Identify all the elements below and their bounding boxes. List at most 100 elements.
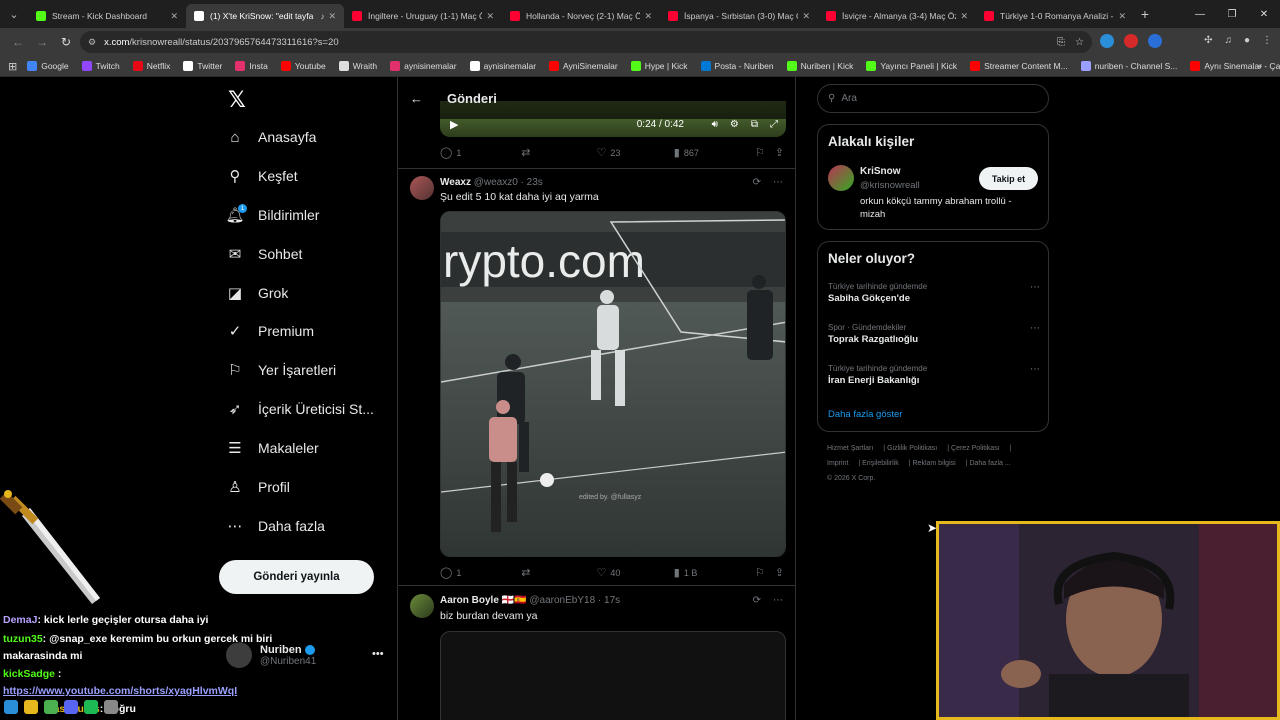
extension-icon[interactable] xyxy=(1124,34,1138,48)
views-button[interactable]: ▮ 1 B xyxy=(674,566,755,579)
avatar[interactable] xyxy=(828,165,854,191)
person-name[interactable]: KriSnow xyxy=(860,166,901,177)
repost-button[interactable]: ⇄ xyxy=(521,146,596,159)
nav-item[interactable]: ♙ Profil xyxy=(226,478,290,496)
star-icon[interactable]: ☆ xyxy=(1075,37,1084,48)
bookmark-item[interactable]: Streamer Content M... xyxy=(970,61,1068,71)
nav-item[interactable]: ➶ İçerik Üreticisi St... xyxy=(226,400,374,418)
like-button[interactable]: ♡ 23 xyxy=(597,146,674,159)
media-control-icon[interactable]: ♫ xyxy=(1224,35,1232,46)
browser-tab[interactable]: Stream - Kick Dashboard ✕ xyxy=(28,4,186,28)
discord-icon[interactable] xyxy=(64,700,78,714)
close-tab-icon[interactable]: ✕ xyxy=(644,11,652,22)
nav-item[interactable]: ⚐ Yer İşaretleri xyxy=(226,361,336,379)
bookmark-item[interactable]: Google xyxy=(27,61,69,71)
browser-tab[interactable]: (1) X'te KriSnow: "edit tayfa ♪ ✕ xyxy=(186,4,344,28)
person-handle[interactable]: @krisnowreall xyxy=(860,180,920,191)
tab-search-icon[interactable]: ⌄ xyxy=(0,0,28,28)
post-more-icon[interactable]: ⋯ xyxy=(773,177,783,188)
like-button[interactable]: ♡ 40 xyxy=(597,566,674,579)
nav-item[interactable]: ✉ Sohbet xyxy=(226,245,303,263)
close-tab-icon[interactable]: ✕ xyxy=(1118,11,1126,22)
footer-link[interactable]: Çerez Politikası xyxy=(951,445,1000,452)
account-more-icon[interactable]: ••• xyxy=(372,648,384,660)
bookmark-item[interactable]: Nuriben | Kick xyxy=(786,61,853,71)
nav-item[interactable]: ⌂ Anasayfa xyxy=(226,128,316,146)
extension-icon[interactable] xyxy=(1100,34,1114,48)
shield-extension-icon[interactable] xyxy=(1148,34,1162,48)
bookmark-item[interactable]: Posta - Nuriben xyxy=(700,61,774,71)
site-info-icon[interactable]: ⚙ xyxy=(88,37,96,48)
post-video[interactable]: rypto.com edited by. @fullasyz xyxy=(440,211,786,557)
chrome-icon[interactable] xyxy=(44,700,58,714)
pip-icon[interactable]: ⧉ xyxy=(751,119,758,130)
nav-item[interactable]: ✓ Premium xyxy=(226,322,314,340)
share-button[interactable]: ⇪ xyxy=(775,146,788,159)
bookmark-item[interactable]: Twitter xyxy=(183,61,222,71)
follow-button[interactable]: Takip et xyxy=(979,167,1038,190)
footer-link[interactable]: Erişilebilirlik xyxy=(862,460,899,467)
author-name[interactable]: Weaxz xyxy=(440,177,471,188)
bookmark-item[interactable]: Netflix xyxy=(132,61,170,71)
windows-start-icon[interactable] xyxy=(4,700,18,714)
browser-tab[interactable]: İspanya - Sırbistan (3-0) Maç Ö ✕ xyxy=(660,4,818,28)
puzzle-icon[interactable]: ✣ xyxy=(1204,35,1212,46)
settings-icon[interactable]: ⚙ xyxy=(730,119,739,130)
obs-icon[interactable] xyxy=(104,700,118,714)
trend-more-icon[interactable]: ⋯ xyxy=(1030,364,1040,375)
audio-icon[interactable]: ♪ xyxy=(320,12,324,21)
show-more-link[interactable]: Daha fazla göster xyxy=(828,409,902,420)
forward-icon[interactable]: → xyxy=(30,35,54,49)
back-icon[interactable]: ← xyxy=(6,35,30,49)
grok-icon[interactable]: ⟳ xyxy=(753,177,761,188)
bookmark-item[interactable]: Insta xyxy=(235,61,268,71)
footer-link[interactable]: Hizmet Şartları xyxy=(827,445,873,452)
close-tab-icon[interactable]: ✕ xyxy=(802,11,810,22)
account-switcher[interactable]: Nuriben @Nuriben41 ••• xyxy=(226,642,384,668)
views-button[interactable]: ▮ 867 xyxy=(674,146,755,159)
close-window-icon[interactable]: ✕ xyxy=(1248,0,1280,28)
reload-icon[interactable]: ↻ xyxy=(54,35,78,49)
bookmark-item[interactable]: Wraith xyxy=(338,61,377,71)
author-name[interactable]: Aaron Boyle 🏴󠁧󠁢󠁥󠁮󠁧󠁿🇪🇸 xyxy=(440,595,527,606)
bookmark-item[interactable]: Aynı Sinemalar - Ça... xyxy=(1190,61,1280,71)
new-tab-button[interactable]: + xyxy=(1134,6,1156,22)
avatar[interactable] xyxy=(410,176,434,200)
minimize-icon[interactable]: — xyxy=(1184,0,1216,28)
browser-tab[interactable]: İngiltere - Uruguay (1-1) Maç Ö ✕ xyxy=(344,4,502,28)
spotify-icon[interactable] xyxy=(84,700,98,714)
bookmark-item[interactable]: aynisinemalar xyxy=(390,61,457,71)
reply-button[interactable]: ◯ 1 xyxy=(440,146,521,159)
trend-item[interactable]: Spor · Gündemdekiler Toprak Razgatlıoğlu ⋯ xyxy=(828,323,1040,345)
play-icon[interactable]: ▶ xyxy=(450,118,458,131)
avatar[interactable] xyxy=(410,594,434,618)
browser-tab[interactable]: Türkiye 1-0 Romanya Analizi - ✕ xyxy=(976,4,1134,28)
bookmark-button[interactable]: ⚐ xyxy=(755,146,775,159)
repost-button[interactable]: ⇄ xyxy=(521,566,596,579)
footer-link[interactable]: Reklam bilgisi xyxy=(913,460,956,467)
back-arrow-icon[interactable]: ← xyxy=(410,91,423,106)
close-tab-icon[interactable]: ✕ xyxy=(328,11,336,22)
close-tab-icon[interactable]: ✕ xyxy=(486,11,494,22)
profile-avatar-icon[interactable]: ● xyxy=(1244,35,1250,46)
browser-tab[interactable]: İsviçre - Almanya (3-4) Maç Öz ✕ xyxy=(818,4,976,28)
bookmark-item[interactable]: nuriben - Channel S... xyxy=(1080,61,1177,71)
restore-icon[interactable]: ❐ xyxy=(1216,0,1248,28)
volume-icon[interactable]: 🔊︎ xyxy=(712,119,718,130)
bookmark-item[interactable]: AyniSinemalar xyxy=(549,61,618,71)
footer-link[interactable]: Gizlilik Politikası xyxy=(887,445,937,452)
bookmark-item[interactable]: Twitch xyxy=(81,61,120,71)
post-media[interactable] xyxy=(440,631,786,720)
url-bar[interactable]: ⚙ x.com/krisnowreall/status/203796576447… xyxy=(80,31,1092,53)
footer-link[interactable]: Daha fazla ... xyxy=(969,460,1010,467)
nav-item[interactable]: ⚲ Keşfet xyxy=(226,167,298,185)
bookmarks-overflow-icon[interactable]: » xyxy=(1256,61,1262,72)
browser-tab[interactable]: Hollanda - Norveç (2-1) Maç Öz ✕ xyxy=(502,4,660,28)
footer-link[interactable]: Imprint xyxy=(827,460,848,467)
nav-item[interactable]: ◪ Grok xyxy=(226,284,288,302)
trend-more-icon[interactable]: ⋯ xyxy=(1030,323,1040,334)
close-tab-icon[interactable]: ✕ xyxy=(170,11,178,22)
bookmark-item[interactable]: Hype | Kick xyxy=(630,61,688,71)
nav-item[interactable]: ⋯ Daha fazla xyxy=(226,517,325,535)
reply-button[interactable]: ◯ 1 xyxy=(440,566,521,579)
